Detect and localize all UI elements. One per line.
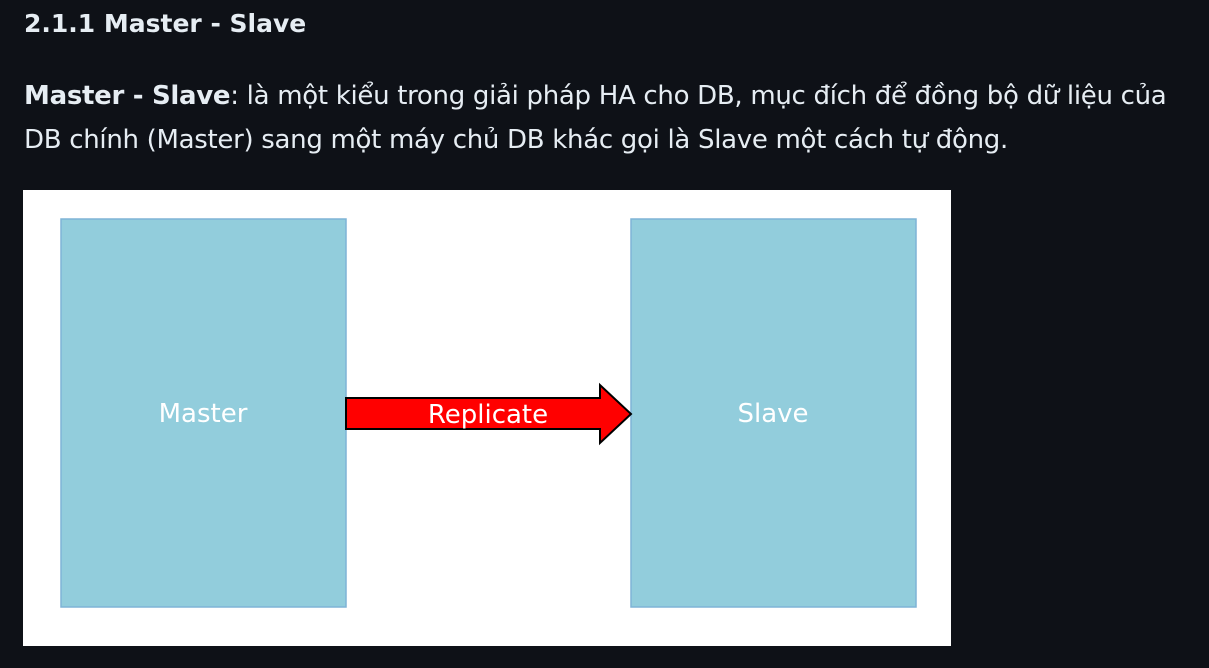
term-label: Master - Slave: [24, 81, 231, 111]
replication-diagram: Master Slave Replicate: [23, 190, 951, 646]
master-label: Master: [159, 399, 248, 429]
diagram-canvas: Master Slave Replicate: [60, 218, 917, 608]
slave-label: Slave: [737, 399, 808, 429]
description-paragraph: Master - Slave: là một kiểu trong giải p…: [24, 74, 1204, 162]
replicate-label: Replicate: [428, 400, 548, 430]
section-heading: 2.1.1 Master - Slave: [24, 9, 307, 38]
article-page: 2.1.1 Master - Slave Master - Slave: là …: [0, 0, 1209, 668]
